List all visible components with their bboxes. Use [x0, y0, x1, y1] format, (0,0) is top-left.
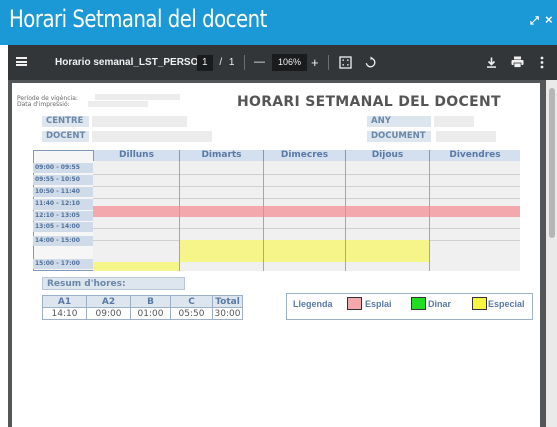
- summary-header-a2: A2: [86, 295, 131, 308]
- day-header-dimarts: Dimarts: [179, 150, 263, 161]
- zoom-in-button[interactable]: +: [311, 45, 319, 80]
- summary-value-c: 05:50: [170, 307, 213, 320]
- summary-value-a1: 14:10: [42, 307, 87, 320]
- toolbar-divider: [328, 55, 329, 70]
- summary-header-c: C: [170, 295, 213, 308]
- file-name: Horario semanal_LST_PERSO...: [55, 57, 207, 68]
- row-divider: [93, 174, 520, 175]
- esplai-band: [93, 206, 520, 217]
- summary-header-total: Total: [212, 295, 243, 308]
- period-value-redacted: [95, 94, 180, 100]
- column-divider: [345, 161, 346, 271]
- toolbar-divider: [244, 55, 245, 70]
- column-divider: [429, 161, 430, 271]
- summary-table: A1 A2 B C Total 14:10 09:00 01:00 05:50 …: [42, 295, 243, 320]
- summary-value-b: 01:00: [130, 307, 171, 320]
- row-divider: [93, 198, 520, 199]
- day-header-divendres: Divendres: [429, 150, 520, 161]
- row-divider: [93, 186, 520, 187]
- time-slot-label: 14:00 - 15:00: [33, 236, 93, 246]
- dialog-header: Horari Setmanal del docent ⤢ ×: [0, 0, 557, 45]
- summary-header-b: B: [130, 295, 171, 308]
- row-divider: [93, 228, 520, 229]
- summary-value-a2: 09:00: [86, 307, 131, 320]
- page-indicator: 1 / 1: [197, 45, 234, 80]
- time-slot-label: 10:50 - 11:40: [33, 187, 93, 197]
- column-divider: [263, 161, 264, 271]
- print-icon[interactable]: [511, 56, 524, 68]
- legend-swatch-especial: [472, 297, 487, 310]
- print-date-label: Data d'impressió:: [17, 101, 70, 108]
- rotate-icon[interactable]: [364, 56, 377, 69]
- zoom-input[interactable]: 106%: [272, 54, 308, 71]
- especial-band: [179, 240, 429, 262]
- time-slot-label: 15:00 - 17:00: [33, 259, 93, 269]
- maximize-icon[interactable]: ⤢: [530, 15, 539, 28]
- more-icon[interactable]: [540, 56, 544, 69]
- time-slot-label: 09:00 - 09:55: [33, 163, 93, 173]
- page-number-input[interactable]: 1: [197, 55, 213, 71]
- time-slot-label: 09:55 - 10:50: [33, 175, 93, 185]
- day-header-dijous: Dijous: [345, 150, 429, 161]
- legend-label-especial: Especial: [488, 299, 525, 309]
- summary-value-row: 14:10 09:00 01:00 05:50 30:00: [42, 307, 243, 320]
- scrollbar-thumb[interactable]: [549, 88, 555, 238]
- menu-icon[interactable]: [16, 57, 27, 66]
- download-icon[interactable]: [486, 57, 497, 68]
- print-date-value-redacted: [88, 101, 148, 107]
- time-slot-label: 12:10 - 13:05: [33, 211, 93, 221]
- docent-label: DOCENT: [42, 131, 89, 142]
- time-slot-label: 13:05 - 14:00: [33, 222, 93, 232]
- summary-title: Resum d'hores:: [42, 277, 185, 290]
- time-slot-label: 11:40 - 12:10: [33, 199, 93, 210]
- any-value-redacted: [434, 116, 474, 127]
- centre-label: CENTRE: [42, 116, 89, 127]
- document-value-redacted: [436, 131, 496, 142]
- day-header-dimecres: Dimecres: [263, 150, 345, 161]
- any-label: ANY: [367, 116, 431, 127]
- summary-header-row: A1 A2 B C Total: [42, 295, 243, 308]
- fit-page-icon[interactable]: [339, 56, 352, 69]
- document-label: DOCUMENT: [367, 131, 431, 142]
- page-separator: /: [219, 57, 223, 68]
- legend-label-esplai: Esplai: [365, 299, 392, 309]
- legend-swatch-esplai: [347, 297, 362, 310]
- legend-label-dinar: Dinar: [428, 299, 452, 309]
- centre-value-redacted: [92, 116, 187, 127]
- legend-swatch-dinar: [411, 297, 426, 310]
- day-header-dilluns: Dilluns: [93, 150, 179, 161]
- docent-value-redacted: [92, 131, 212, 142]
- especial-band: [93, 262, 179, 271]
- legend-title: Llegenda: [293, 299, 333, 309]
- page-total: 1: [228, 57, 235, 68]
- pdf-toolbar: Horario semanal_LST_PERSO... 1 / 1 — 106…: [8, 45, 557, 80]
- column-divider: [179, 161, 180, 271]
- summary-value-total: 30:00: [212, 307, 243, 320]
- dialog-title: Horari Setmanal del docent: [9, 5, 267, 33]
- summary-header-a1: A1: [42, 295, 87, 308]
- document-title: HORARI SETMANAL DEL DOCENT: [237, 94, 501, 110]
- close-icon[interactable]: ×: [545, 12, 553, 27]
- zoom-out-button[interactable]: —: [254, 45, 265, 80]
